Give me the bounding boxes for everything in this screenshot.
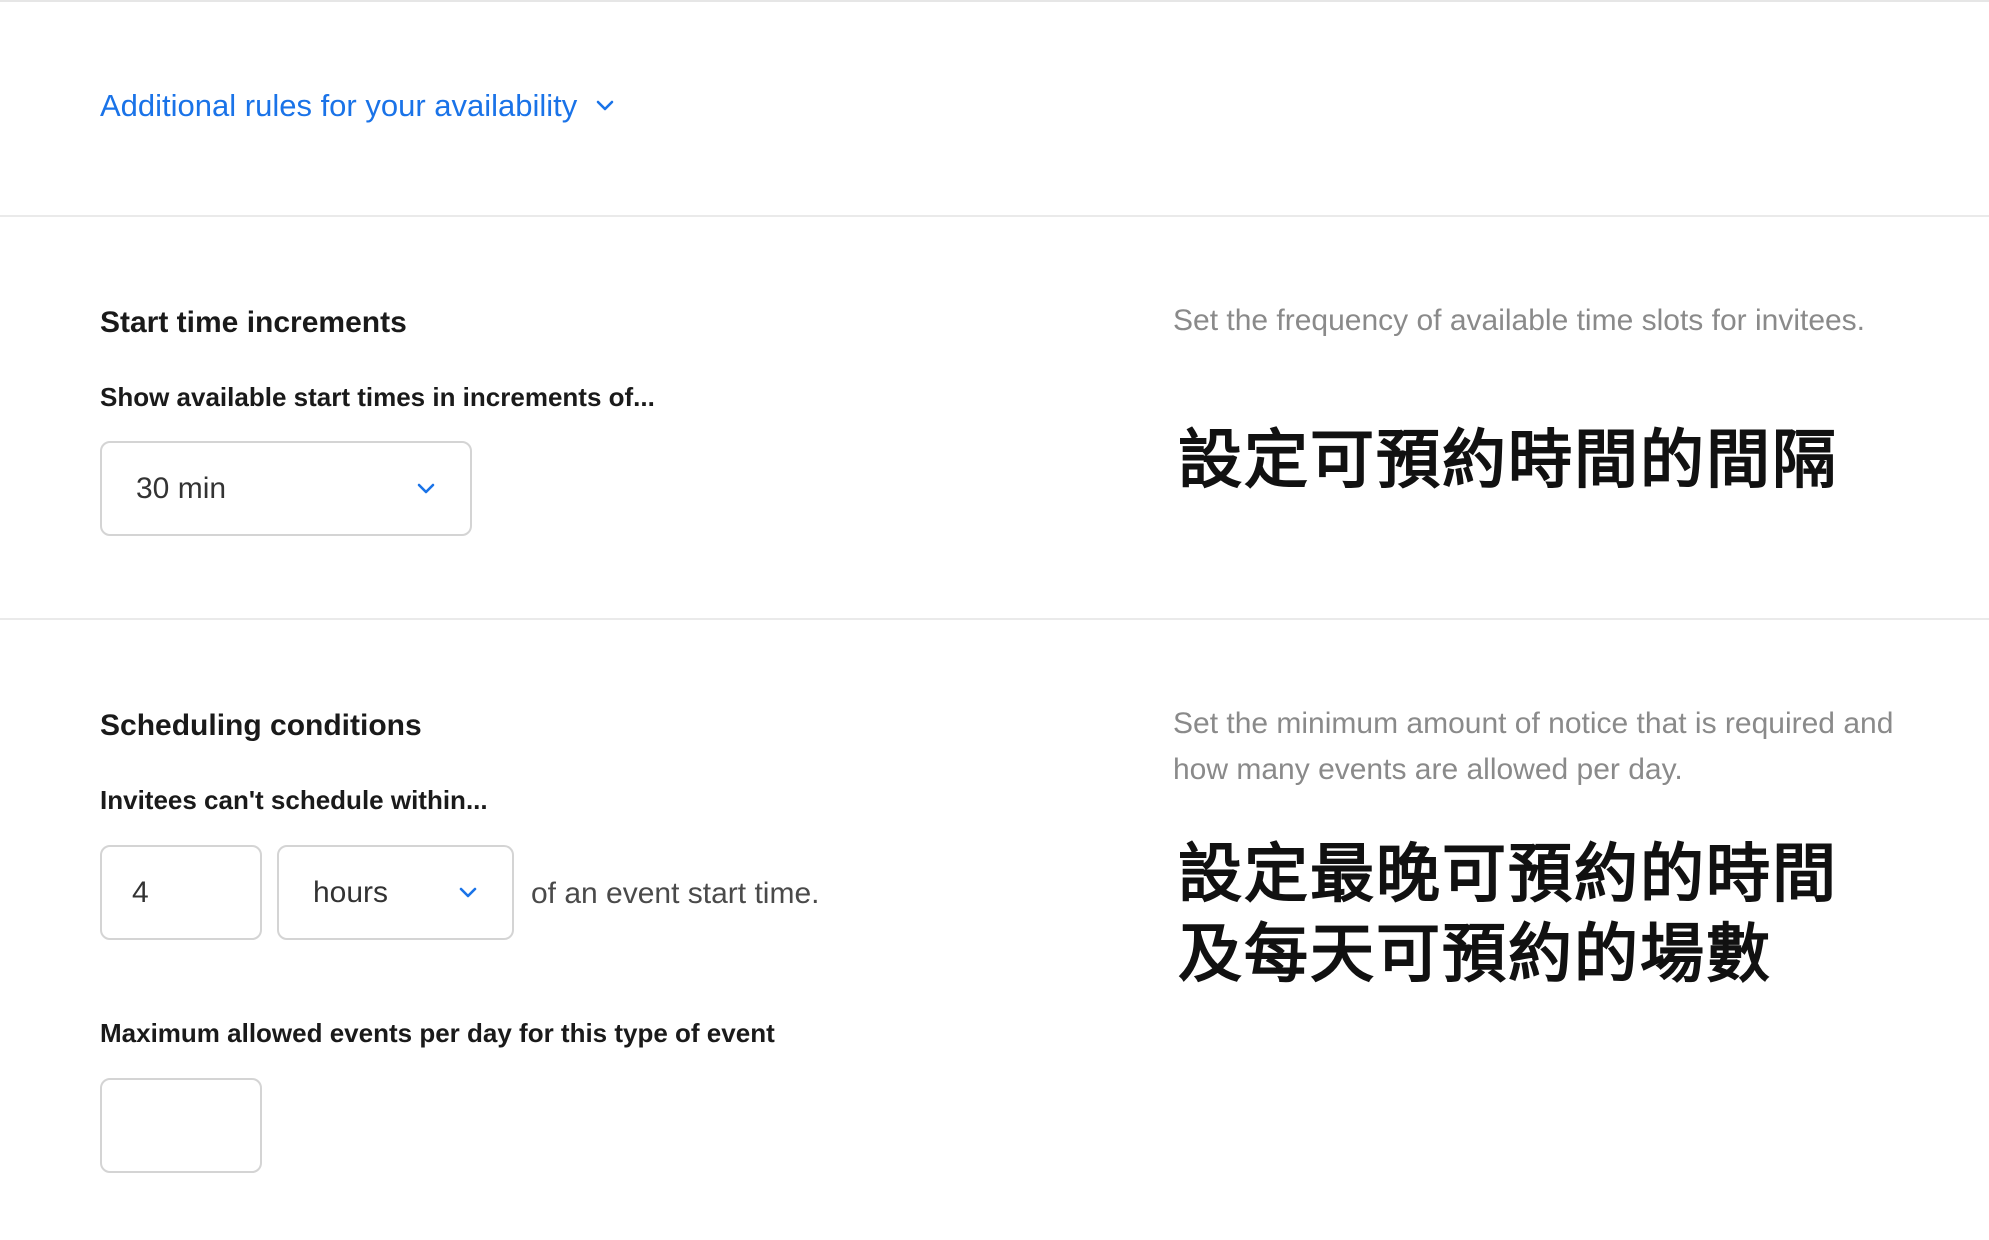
increments-select[interactable]: 30 min (100, 441, 472, 536)
start-time-increments-title: Start time increments (100, 306, 407, 339)
increments-label: Show available start times in increments… (100, 382, 655, 412)
top-divider (0, 0, 1989, 2)
scheduling-annotation-line2: 及每天可預約的場數 (1178, 918, 1772, 992)
max-events-label: Maximum allowed events per day for this … (100, 1018, 775, 1048)
increments-selected-value: 30 min (136, 471, 227, 505)
additional-rules-toggle[interactable]: Additional rules for your availability (100, 88, 615, 124)
increments-help-text: Set the frequency of available time slot… (1173, 304, 1866, 337)
chevron-down-icon (595, 96, 615, 116)
increments-annotation: 設定可預約時間的間隔 (1178, 424, 1838, 498)
chevron-down-icon (416, 479, 436, 499)
notice-unit-value: hours (313, 875, 389, 909)
chevron-down-icon (458, 883, 478, 903)
scheduling-conditions-title: Scheduling conditions (100, 709, 422, 742)
event-settings-page: Additional rules for your availability S… (0, 0, 1989, 1240)
scheduling-annotation-line1: 設定最晚可預約的時間 (1178, 838, 1838, 912)
notice-unit-select[interactable]: hours (277, 845, 514, 940)
notice-amount-value: 4 (132, 875, 149, 909)
section-divider (0, 215, 1989, 217)
section-divider (0, 618, 1989, 620)
notice-label: Invitees can't schedule within... (100, 785, 488, 815)
scheduling-help-text: Set the minimum amount of notice that is… (1173, 707, 1894, 786)
notice-suffix-text: of an event start time. (531, 877, 820, 910)
additional-rules-label: Additional rules for your availability (100, 88, 578, 123)
max-events-input[interactable] (100, 1078, 262, 1173)
notice-amount-input[interactable]: 4 (100, 845, 262, 940)
